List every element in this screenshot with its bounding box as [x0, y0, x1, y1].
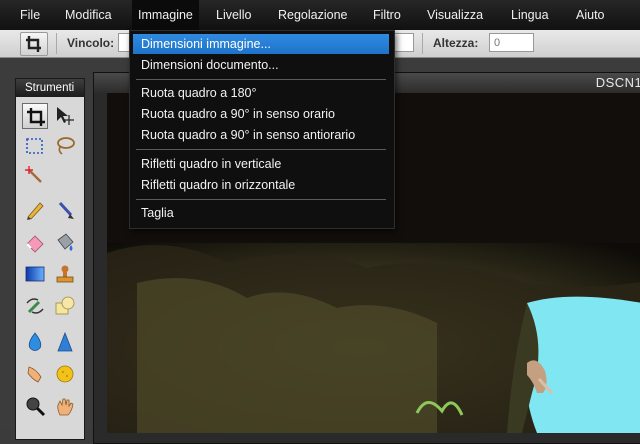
menu-item-flip-horizontal[interactable]: Rifletti quadro in orizzontale: [133, 175, 389, 195]
shape-tool[interactable]: [52, 293, 78, 319]
sponge-icon: [56, 365, 74, 383]
image-menu-dropdown: Dimensioni immagine... Dimensioni docume…: [129, 30, 395, 229]
menu-visualizza[interactable]: Visualizza: [421, 0, 489, 30]
lasso-tool[interactable]: [52, 133, 78, 159]
shape-icon: [55, 296, 75, 315]
tools-panel: Strumenti: [15, 78, 85, 440]
brush-tool[interactable]: [52, 197, 78, 223]
width-field[interactable]: [394, 33, 414, 52]
color-replace-icon: [26, 298, 44, 314]
menu-divider: [136, 199, 386, 200]
zoom-tool[interactable]: [22, 393, 48, 419]
menu-aiuto[interactable]: Aiuto: [570, 0, 611, 30]
crop-icon: [26, 36, 41, 52]
menu-item-rotate-90-ccw[interactable]: Ruota quadro a 90° in senso antiorario: [133, 125, 389, 145]
height-field[interactable]: 0: [489, 33, 534, 52]
magic-wand-tool[interactable]: [22, 163, 48, 189]
paint-bucket-icon: [57, 233, 74, 251]
crop-icon: [27, 108, 45, 126]
hand-tool[interactable]: [52, 393, 78, 419]
separator: [56, 33, 57, 54]
brush-icon: [58, 201, 74, 219]
zoom-icon: [26, 397, 46, 417]
color-replace-tool[interactable]: [22, 293, 48, 319]
smudge-tool[interactable]: [22, 361, 48, 387]
menu-item-rotate-90-cw[interactable]: Ruota quadro a 90° in senso orario: [133, 104, 389, 124]
menu-divider: [136, 149, 386, 150]
clone-stamp-tool[interactable]: [52, 261, 78, 287]
pencil-icon: [27, 202, 44, 220]
blur-icon: [28, 332, 42, 351]
marquee-tool[interactable]: [22, 133, 48, 159]
separator: [422, 33, 423, 54]
constraint-label: Vincolo:: [67, 36, 115, 50]
menu-item-canvas-size[interactable]: Dimensioni documento...: [133, 55, 389, 75]
sharpen-tool[interactable]: [52, 329, 78, 355]
pencil-tool[interactable]: [22, 197, 48, 223]
menu-divider: [136, 79, 386, 80]
tools-panel-title: Strumenti: [16, 79, 84, 97]
smudge-icon: [27, 366, 42, 383]
gradient-icon: [25, 266, 45, 282]
eraser-tool[interactable]: [22, 229, 48, 255]
blur-tool[interactable]: [22, 329, 48, 355]
menu-immagine[interactable]: Immagine: [132, 0, 199, 30]
height-label: Altezza:: [433, 36, 479, 50]
marquee-select-icon: [26, 138, 43, 154]
menu-livello[interactable]: Livello: [210, 0, 257, 30]
sponge-tool[interactable]: [52, 361, 78, 387]
menu-item-crop[interactable]: Taglia: [133, 203, 389, 223]
menu-item-flip-vertical[interactable]: Rifletti quadro in verticale: [133, 154, 389, 174]
menu-lingua[interactable]: Lingua: [505, 0, 555, 30]
hand-icon: [57, 398, 74, 416]
crop-tool[interactable]: [22, 103, 48, 129]
gradient-tool[interactable]: [22, 261, 48, 287]
magic-wand-icon: [25, 166, 42, 183]
eraser-icon: [26, 235, 44, 253]
menu-file[interactable]: File: [14, 0, 46, 30]
crop-tool-button[interactable]: [20, 32, 48, 56]
move-icon: [57, 107, 74, 125]
paint-bucket-tool[interactable]: [52, 229, 78, 255]
menu-regolazione[interactable]: Regolazione: [272, 0, 354, 30]
move-tool[interactable]: [52, 103, 78, 129]
menu-filtro[interactable]: Filtro: [367, 0, 407, 30]
clone-stamp-icon: [56, 265, 74, 283]
menu-bar: File Modifica Immagine Livello Regolazio…: [0, 0, 640, 31]
menu-item-image-size[interactable]: Dimensioni immagine...: [133, 34, 389, 54]
lasso-icon: [57, 137, 75, 155]
menu-modifica[interactable]: Modifica: [59, 0, 118, 30]
sharpen-icon: [57, 331, 73, 352]
menu-item-rotate-180[interactable]: Ruota quadro a 180°: [133, 83, 389, 103]
